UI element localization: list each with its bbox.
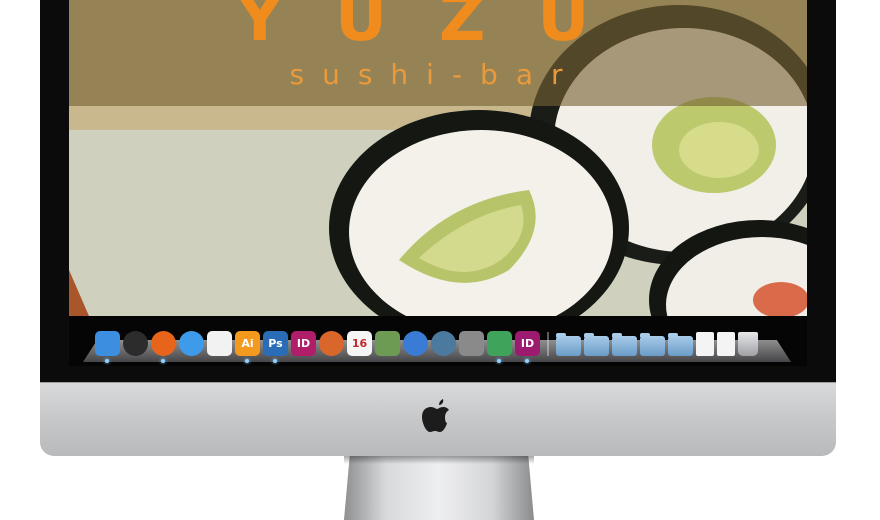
dock-separator <box>547 332 549 356</box>
imac-stand-shadow <box>344 456 534 464</box>
folder-icon[interactable] <box>612 333 637 356</box>
brand-tagline: sushi-bar <box>289 58 581 91</box>
preview-icon[interactable] <box>487 331 512 363</box>
applications-folder-icon[interactable] <box>640 333 665 356</box>
running-indicator <box>525 359 529 363</box>
document-icon[interactable] <box>696 332 714 356</box>
acrobat-icon[interactable] <box>207 331 232 356</box>
running-indicator <box>497 359 501 363</box>
mail-icon[interactable] <box>717 332 735 356</box>
itunes-icon[interactable] <box>403 331 428 356</box>
folder-icon[interactable] <box>556 333 581 356</box>
brand-name: YUZU <box>236 0 642 56</box>
apple-logo-icon <box>422 399 449 432</box>
indesign-icon[interactable]: ID <box>515 331 540 363</box>
running-indicator <box>161 359 165 363</box>
photoshop-icon[interactable]: Ps <box>263 331 288 363</box>
system-preferences-icon[interactable] <box>459 331 484 356</box>
dashboard-icon[interactable] <box>123 331 148 356</box>
finder-icon[interactable] <box>95 331 120 363</box>
calendar-icon[interactable]: 16 <box>347 331 372 356</box>
documents-folder-icon[interactable] <box>668 333 693 356</box>
dock-icon-label: Ai <box>241 337 254 350</box>
address-book-icon[interactable] <box>319 331 344 356</box>
time-machine-icon[interactable] <box>431 331 456 356</box>
running-indicator <box>245 359 249 363</box>
dock-icon-label: ID <box>296 337 311 350</box>
dock: Ai Ps ID 16 ID <box>69 316 807 366</box>
dock-icons: Ai Ps ID 16 ID <box>95 326 758 363</box>
running-indicator <box>105 359 109 363</box>
trash-icon[interactable] <box>738 332 758 356</box>
firefox-icon[interactable] <box>151 331 176 363</box>
iphoto-icon[interactable] <box>375 331 400 356</box>
dock-icon-label: ID <box>520 337 535 350</box>
indesign-icon[interactable]: ID <box>291 331 316 356</box>
dock-icon-label: Ps <box>268 337 283 350</box>
running-indicator <box>273 359 277 363</box>
site-header: YUZU sushi-bar <box>69 0 807 106</box>
illustrator-icon[interactable]: Ai <box>235 331 260 363</box>
pdf-folder-icon[interactable] <box>584 333 609 356</box>
safari-icon[interactable] <box>179 331 204 356</box>
screen: YUZU sushi-bar Ai Ps ID 16 ID <box>69 0 807 366</box>
dock-icon-label: 16 <box>351 337 368 350</box>
imac-stand <box>344 456 534 520</box>
